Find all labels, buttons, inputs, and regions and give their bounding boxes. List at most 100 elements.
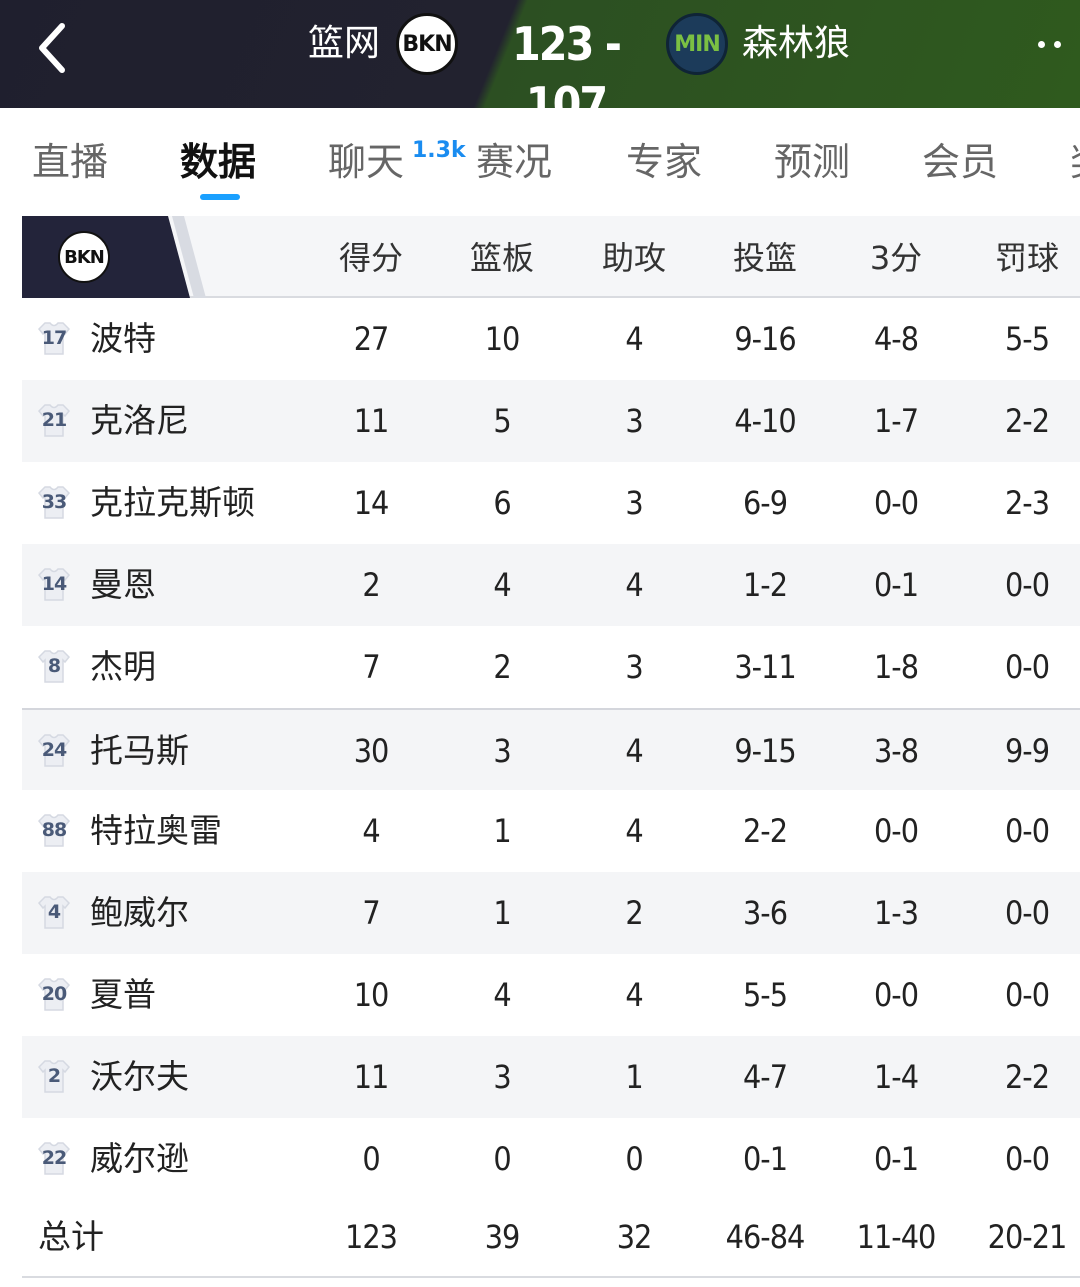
player-name[interactable]: 夏普: [90, 972, 156, 1018]
stat-free-throws: 2-2: [1004, 1058, 1050, 1096]
stat-points: 14: [353, 484, 390, 522]
jersey-badge: 8: [36, 648, 72, 684]
column-header-points[interactable]: 得分: [316, 236, 426, 280]
back-button[interactable]: [26, 18, 86, 78]
more-options-button[interactable]: [1038, 34, 1080, 54]
stat-assists: 1: [625, 1058, 643, 1096]
jersey-number: 20: [41, 983, 67, 1005]
stat-field-goals: 9-15: [734, 732, 796, 770]
away-team-name[interactable]: 森林狼: [742, 22, 850, 66]
stat-assists: 4: [625, 320, 643, 358]
team-header-block: [22, 216, 190, 298]
player-name[interactable]: 鲍威尔: [90, 890, 189, 936]
stat-points: 2: [362, 566, 380, 604]
jersey-badge: 22: [36, 1140, 72, 1176]
stat-assists: 3: [625, 402, 643, 440]
table-row[interactable]: 8 杰明 7 2 3 3-11 1-8 0-0: [22, 626, 1080, 708]
jersey-number: 8: [47, 655, 61, 677]
tab-situation[interactable]: 赛况: [476, 136, 552, 188]
stat-three-pointers: 0-1: [873, 1140, 919, 1178]
table-row[interactable]: 2 沃尔夫 11 3 1 4-7 1-4 2-2: [22, 1036, 1080, 1118]
tab-chat[interactable]: 聊天: [328, 136, 404, 188]
tab-predict[interactable]: 预测: [774, 136, 850, 188]
stat-rebounds: 5: [493, 402, 511, 440]
player-name[interactable]: 特拉奥雷: [90, 808, 222, 854]
stat-rebounds: 1: [493, 894, 511, 932]
stat-assists: 4: [625, 732, 643, 770]
table-row[interactable]: 33 克拉克斯顿 14 6 3 6-9 0-0 2-3: [22, 462, 1080, 544]
stat-rebounds: 3: [493, 732, 511, 770]
stat-three-pointers: 0-0: [873, 976, 919, 1014]
total-assists: 32: [616, 1218, 653, 1256]
stat-field-goals: 6-9: [742, 484, 788, 522]
player-name[interactable]: 克洛尼: [90, 398, 189, 444]
jersey-badge: 17: [36, 320, 72, 356]
home-team-logo[interactable]: BKN: [396, 13, 458, 75]
jersey-badge: 21: [36, 402, 72, 438]
stat-field-goals: 1-2: [742, 566, 788, 604]
stat-points: 30: [353, 732, 390, 770]
stat-rebounds: 10: [484, 320, 521, 358]
total-label: 总计: [38, 1217, 104, 1256]
more-dot-icon: [1038, 40, 1045, 48]
team-logo[interactable]: BKN: [58, 231, 110, 283]
stat-rebounds: 4: [493, 566, 511, 604]
stat-points: 7: [362, 648, 380, 686]
stat-free-throws: 9-9: [1004, 732, 1050, 770]
tab-more[interactable]: 奖: [1070, 136, 1080, 188]
stat-three-pointers: 0-0: [873, 484, 919, 522]
stat-three-pointers: 4-8: [873, 320, 919, 358]
stat-three-pointers: 0-1: [873, 566, 919, 604]
jersey-badge: 14: [36, 566, 72, 602]
stat-free-throws: 0-0: [1004, 976, 1050, 1014]
stat-assists: 0: [625, 1140, 643, 1178]
table-row[interactable]: 24 托马斯 30 3 4 9-15 3-8 9-9: [22, 708, 1080, 790]
column-header-free-throws[interactable]: 罚球: [972, 236, 1080, 280]
jersey-number: 22: [41, 1147, 67, 1169]
player-name[interactable]: 托马斯: [90, 728, 189, 774]
table-row[interactable]: 20 夏普 10 4 4 5-5 0-0 0-0: [22, 954, 1080, 1036]
stat-three-pointers: 1-8: [873, 648, 919, 686]
player-name[interactable]: 克拉克斯顿: [90, 480, 255, 526]
stat-assists: 3: [625, 484, 643, 522]
player-name[interactable]: 沃尔夫: [90, 1054, 189, 1100]
total-rebounds: 39: [484, 1218, 521, 1256]
table-row[interactable]: 17 波特 27 10 4 9-16 4-8 5-5: [22, 298, 1080, 380]
stat-points: 11: [353, 402, 390, 440]
table-row[interactable]: 22 威尔逊 0 0 0 0-1 0-1 0-0: [22, 1118, 1080, 1200]
player-name[interactable]: 威尔逊: [90, 1136, 189, 1182]
table-row[interactable]: 14 曼恩 2 4 4 1-2 0-1 0-0: [22, 544, 1080, 626]
home-team-name[interactable]: 篮网: [308, 22, 380, 66]
column-header-assists[interactable]: 助攻: [579, 236, 689, 280]
column-header-three-pointers[interactable]: 3分: [841, 236, 951, 280]
stat-field-goals: 0-1: [742, 1140, 788, 1178]
more-dot-icon: [1054, 40, 1061, 48]
tab-stats[interactable]: 数据: [180, 136, 256, 188]
jersey-number: 17: [41, 327, 67, 349]
jersey-number: 14: [41, 573, 67, 595]
tab-member[interactable]: 会员: [922, 136, 998, 188]
away-team-logo[interactable]: MIN: [666, 13, 728, 75]
stat-free-throws: 0-0: [1004, 894, 1050, 932]
table-row[interactable]: 4 鲍威尔 7 1 2 3-6 1-3 0-0: [22, 872, 1080, 954]
tab-expert[interactable]: 专家: [626, 136, 702, 188]
player-name[interactable]: 杰明: [90, 644, 156, 690]
stat-free-throws: 0-0: [1004, 812, 1050, 850]
jersey-badge: 88: [36, 812, 72, 848]
table-row[interactable]: 21 克洛尼 11 5 3 4-10 1-7 2-2: [22, 380, 1080, 462]
table-row[interactable]: 88 特拉奥雷 4 1 4 2-2 0-0 0-0: [22, 790, 1080, 872]
total-three-pointers: 11-40: [856, 1218, 937, 1256]
stat-rebounds: 2: [493, 648, 511, 686]
tab-live[interactable]: 直播: [32, 136, 108, 188]
stat-field-goals: 3-6: [742, 894, 788, 932]
total-free-throws: 20-21: [987, 1218, 1068, 1256]
stat-three-pointers: 3-8: [873, 732, 919, 770]
column-header-field-goals[interactable]: 投篮: [710, 236, 820, 280]
stat-points: 7: [362, 894, 380, 932]
player-name[interactable]: 曼恩: [90, 562, 156, 608]
player-name[interactable]: 波特: [90, 316, 156, 362]
stat-rebounds: 3: [493, 1058, 511, 1096]
column-header-rebounds[interactable]: 篮板: [447, 236, 557, 280]
stat-three-pointers: 1-4: [873, 1058, 919, 1096]
game-header: 篮网 BKN 123 - 107 MIN 森林狼: [0, 0, 1080, 108]
